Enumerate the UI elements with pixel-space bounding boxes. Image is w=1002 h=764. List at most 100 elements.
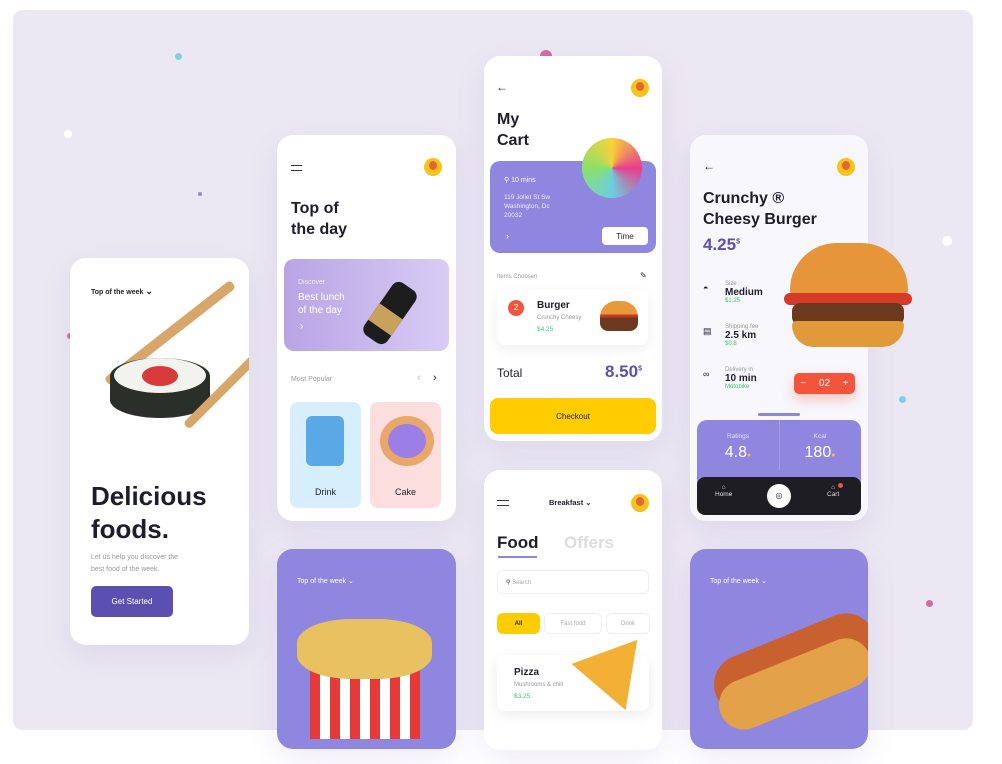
bottom-nav: ⌂ Home ◎ ⌂ Cart bbox=[697, 477, 861, 515]
item-label: Drink bbox=[314, 487, 336, 497]
card-icon: ▤ bbox=[703, 326, 712, 336]
banner-kicker: Discover bbox=[298, 279, 326, 286]
tab-offers[interactable]: Offers bbox=[564, 533, 614, 553]
section-label: Most Popular bbox=[291, 376, 333, 383]
item-label: Cake bbox=[394, 487, 416, 497]
bike-icon: ⚲ bbox=[504, 177, 510, 184]
banner-title: Best lunch of the day bbox=[298, 292, 345, 316]
burger-icon bbox=[600, 301, 638, 331]
avatar[interactable] bbox=[424, 158, 442, 176]
drag-handle[interactable] bbox=[758, 413, 800, 416]
decor-dot bbox=[64, 130, 72, 138]
week-dropdown[interactable]: Top of the week ⌄ bbox=[91, 286, 153, 297]
product-title: Crunchy ® Cheesy Burger bbox=[703, 190, 817, 228]
item-name: Burger bbox=[537, 300, 570, 311]
chevron-down-icon: ⌄ bbox=[347, 578, 354, 585]
dropdown-label: Top of the week bbox=[91, 289, 144, 296]
chevron-down-icon: ⌄ bbox=[760, 578, 767, 585]
item-price: $3.25 bbox=[514, 693, 531, 700]
cart-screen: ← My Cart ⚲ 10 mins 119 Joliet St Sw Washi… bbox=[484, 56, 662, 441]
delivery-address: 119 Joliet St Sw Washington, Dc 20032 bbox=[504, 194, 551, 219]
headline: Delicious foods. bbox=[91, 481, 207, 544]
item-cake[interactable]: Cake bbox=[370, 402, 441, 508]
burger-image bbox=[780, 243, 915, 353]
total-value: 8.50$ bbox=[605, 362, 642, 381]
total-label: Total bbox=[497, 366, 523, 380]
ratings-label: Ratings bbox=[726, 433, 750, 440]
decor-dot bbox=[942, 236, 952, 246]
sushi-fish bbox=[142, 366, 178, 386]
popcorn-screen: Top of the week ⌄ bbox=[277, 549, 456, 749]
menu-icon[interactable] bbox=[291, 165, 302, 171]
subtitle: Let us help you discover the best food of… bbox=[91, 554, 179, 573]
chip-all[interactable]: All bbox=[497, 613, 540, 634]
center-action-button[interactable]: ◎ bbox=[767, 484, 791, 508]
edit-icon[interactable]: ✎ bbox=[640, 271, 647, 280]
quantity-stepper[interactable]: − 02 + bbox=[794, 373, 855, 394]
item-name: Pizza bbox=[514, 667, 540, 678]
nav-home[interactable]: ⌂ Home bbox=[715, 484, 732, 498]
item-drink[interactable]: Drink bbox=[290, 402, 361, 508]
item-desc: Crunchy Cheesy bbox=[537, 315, 582, 321]
item-price: $4.25 bbox=[537, 326, 554, 333]
decor-dot bbox=[175, 53, 182, 60]
welcome-screen: Top of the week ⌄ Delicious foods. Let us… bbox=[70, 258, 249, 645]
hotdog-screen: Top of the week ⌄ bbox=[690, 549, 868, 749]
next-arrow-icon[interactable]: › bbox=[433, 372, 437, 384]
lollipop-icon bbox=[582, 138, 642, 198]
bike-icon: ∞ bbox=[703, 369, 710, 379]
checkout-button[interactable]: Checkout bbox=[490, 398, 656, 434]
search-input[interactable]: ⚲ Search bbox=[497, 570, 649, 594]
lunch-banner[interactable]: Discover Best lunch of the day › bbox=[284, 259, 449, 351]
avatar[interactable] bbox=[837, 158, 855, 176]
cart-item[interactable]: 2 Burger Crunchy Cheesy $4.25 bbox=[497, 289, 648, 345]
active-tab-indicator bbox=[498, 556, 537, 558]
delivery-time: ⚲ 10 mins bbox=[504, 177, 536, 184]
decor-dot bbox=[198, 192, 202, 196]
arrow-right-icon[interactable]: › bbox=[506, 231, 509, 241]
decor-dot bbox=[899, 396, 906, 403]
avatar[interactable] bbox=[631, 79, 649, 97]
product-price: 4.25$ bbox=[703, 235, 740, 254]
top-of-day-screen: Top of the day Discover Best lunch of the … bbox=[277, 135, 456, 521]
chip-drink[interactable]: Drink bbox=[606, 613, 650, 634]
quantity-badge: 2 bbox=[508, 300, 524, 316]
spec-delivery: ∞ Delivery in 10 min Motobike bbox=[703, 367, 757, 390]
tab-food[interactable]: Food bbox=[497, 533, 539, 553]
donut-icon bbox=[380, 416, 434, 466]
food-screen: Breakfast ⌄ Food Offers ⚲ Search All Fas… bbox=[484, 470, 662, 750]
star-icon: ● bbox=[747, 452, 752, 459]
search-icon: ⚲ bbox=[506, 580, 511, 586]
home-icon: ⌂ bbox=[721, 484, 726, 491]
kcal-label: Kcal bbox=[813, 433, 827, 440]
get-started-button[interactable]: Get Started bbox=[91, 586, 173, 617]
category-dropdown[interactable]: Breakfast ⌄ bbox=[549, 498, 592, 507]
page-title: My Cart bbox=[497, 111, 530, 149]
decor-dot bbox=[926, 600, 933, 607]
arrow-right-icon[interactable]: › bbox=[300, 321, 303, 332]
back-arrow-icon[interactable]: ← bbox=[703, 159, 715, 173]
burger-icon: ◓ bbox=[703, 283, 709, 293]
drink-icon bbox=[306, 416, 344, 466]
quantity-value: 02 bbox=[818, 378, 831, 389]
bottle-icon bbox=[360, 278, 420, 348]
prev-arrow-icon[interactable]: ‹ bbox=[417, 372, 421, 384]
kcal-value: 180● bbox=[804, 444, 836, 461]
items-label: Items Choosen bbox=[497, 274, 538, 280]
popcorn-icon bbox=[297, 619, 432, 679]
item-desc: Mushrooms & chill bbox=[514, 682, 564, 688]
flame-icon: ● bbox=[831, 452, 836, 459]
avatar[interactable] bbox=[631, 494, 649, 512]
week-dropdown[interactable]: Top of the week ⌄ bbox=[710, 577, 767, 585]
chevron-down-icon: ⌄ bbox=[585, 498, 592, 507]
plus-icon[interactable]: + bbox=[843, 378, 849, 389]
back-arrow-icon[interactable]: ← bbox=[496, 80, 508, 94]
ratings-value: 4.8● bbox=[724, 444, 752, 461]
minus-icon[interactable]: − bbox=[800, 378, 806, 389]
week-dropdown[interactable]: Top of the week ⌄ bbox=[297, 577, 354, 585]
menu-icon[interactable] bbox=[497, 500, 509, 506]
cart-badge bbox=[838, 483, 843, 488]
chip-fast-food[interactable]: Fast food bbox=[544, 613, 602, 634]
time-button[interactable]: Time bbox=[602, 227, 648, 245]
page-title: Top of the day bbox=[291, 200, 348, 238]
